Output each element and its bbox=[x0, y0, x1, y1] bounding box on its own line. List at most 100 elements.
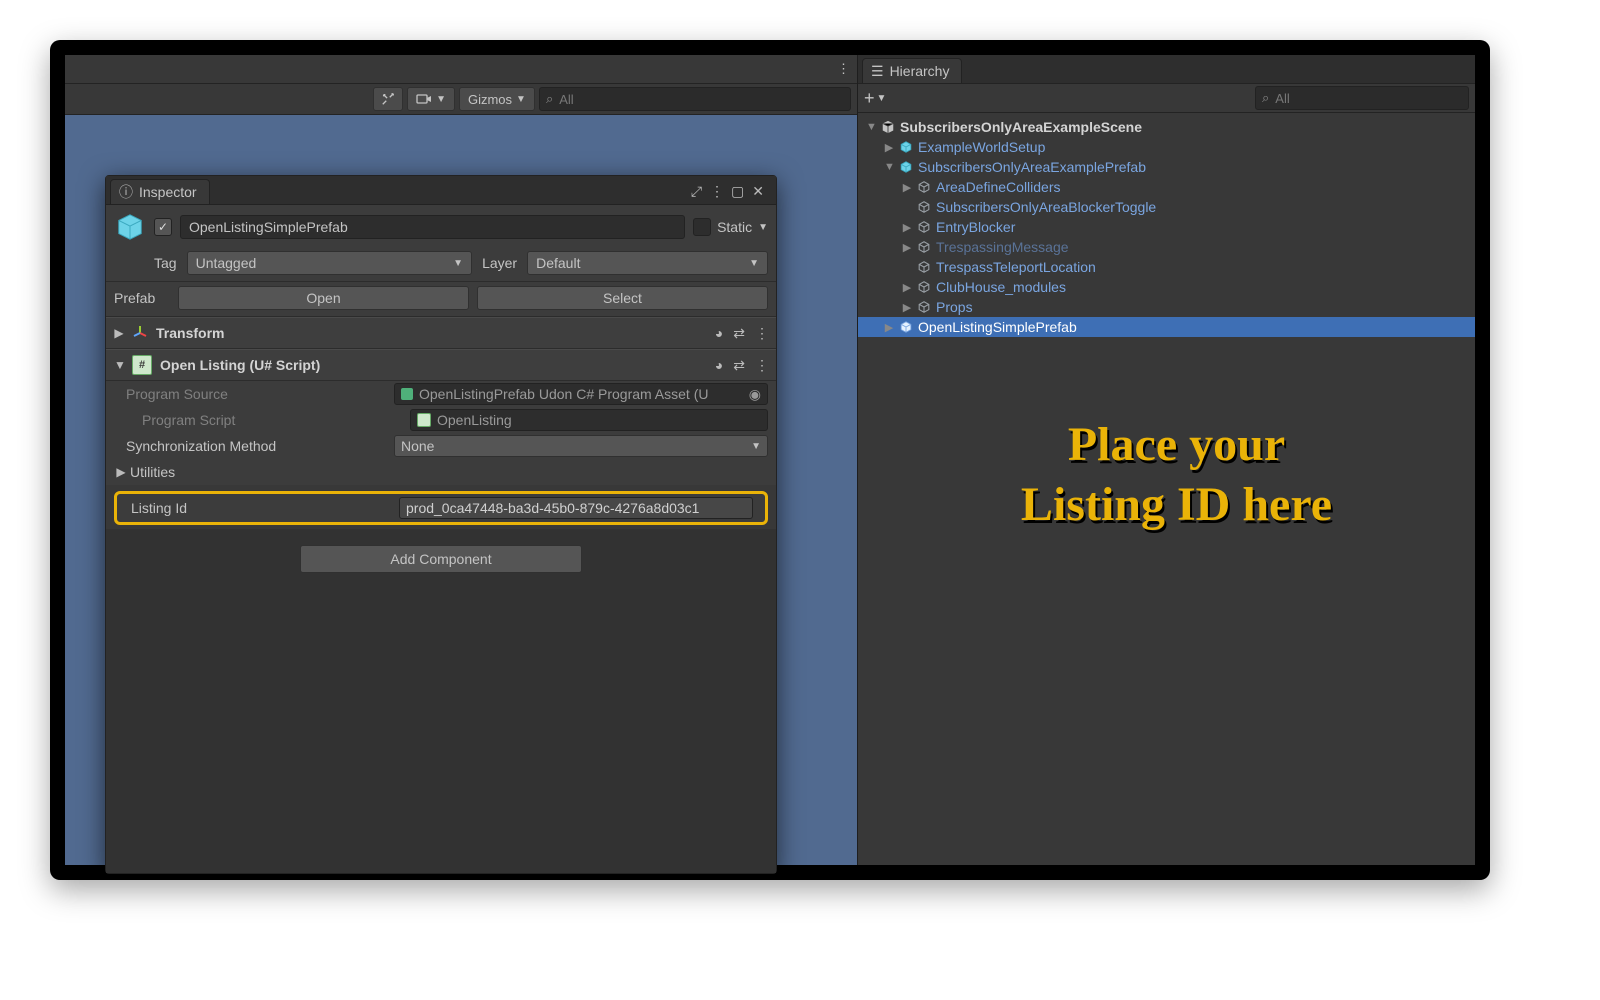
gameobject-cube-icon bbox=[916, 180, 932, 194]
hierarchy-node[interactable]: ▶SubscribersOnlyAreaBlockerToggle bbox=[858, 197, 1475, 217]
inspector-window-controls: ⤢ ⋮ ▢ ✕ bbox=[691, 183, 770, 204]
hierarchy-node-label: SubscribersOnlyAreaBlockerToggle bbox=[936, 199, 1156, 215]
tag-dropdown[interactable]: Untagged ▼ bbox=[187, 251, 472, 275]
scene-column: ⋮ ▼ Gizmos ▼ ⌕ All bbox=[65, 55, 858, 865]
hierarchy-node[interactable]: ▼SubscribersOnlyAreaExampleScene bbox=[858, 117, 1475, 137]
fold-icon[interactable]: ▶ bbox=[902, 301, 912, 314]
prefab-cube-icon bbox=[114, 211, 146, 243]
fold-icon[interactable]: ▶ bbox=[902, 281, 912, 294]
hierarchy-node-label: AreaDefineColliders bbox=[936, 179, 1061, 195]
utilities-label: Utilities bbox=[130, 464, 175, 480]
tag-label: Tag bbox=[154, 255, 177, 271]
prefab-cube-icon bbox=[898, 140, 914, 154]
prefab-label: Prefab bbox=[114, 290, 170, 306]
program-script-label: Program Script bbox=[126, 412, 402, 428]
static-toggle[interactable]: Static ▼ bbox=[693, 218, 768, 236]
prefab-select-button[interactable]: Select bbox=[477, 286, 768, 310]
preset-icon[interactable]: ⇄ bbox=[733, 357, 745, 374]
help-icon[interactable]: ◕ bbox=[715, 325, 723, 342]
close-icon[interactable]: ✕ bbox=[752, 183, 764, 200]
transform-title: Transform bbox=[156, 325, 707, 341]
fold-icon: ▶ bbox=[116, 465, 126, 479]
script-icon: # bbox=[132, 355, 152, 375]
hierarchy-node[interactable]: ▶ AreaDefineColliders bbox=[858, 177, 1475, 197]
lock-icon[interactable]: ⤢ bbox=[691, 183, 702, 200]
fold-icon[interactable]: ▶ bbox=[902, 241, 912, 254]
gameobject-cube-icon bbox=[916, 240, 932, 254]
layer-dropdown[interactable]: Default ▼ bbox=[527, 251, 768, 275]
kebab-icon[interactable]: ⋮ bbox=[837, 61, 849, 77]
active-checkbox[interactable]: ✓ bbox=[154, 218, 172, 236]
program-script-row: Program Script OpenListing bbox=[106, 407, 776, 433]
add-component-button[interactable]: Add Component bbox=[300, 545, 582, 573]
sync-method-dropdown[interactable]: None ▼ bbox=[394, 435, 768, 457]
gameobject-cube-icon bbox=[916, 260, 932, 274]
program-source-field[interactable]: OpenListingPrefab Udon C# Program Asset … bbox=[394, 383, 768, 405]
object-name-field[interactable]: OpenListingSimplePrefab bbox=[180, 215, 685, 239]
openlisting-header[interactable]: ▼ # Open Listing (U# Script) ◕ ⇄ ⋮ bbox=[106, 349, 776, 381]
fold-icon[interactable]: ▶ bbox=[902, 181, 912, 194]
fold-icon[interactable]: ▼ bbox=[866, 121, 876, 133]
gameobject-cube-icon bbox=[916, 300, 932, 314]
prefab-cube-icon bbox=[898, 160, 914, 174]
kebab-icon[interactable]: ⋮ bbox=[755, 325, 768, 342]
hierarchy-node-selected[interactable]: ▶OpenListingSimplePrefab bbox=[858, 317, 1475, 337]
prefab-select-label: Select bbox=[603, 290, 642, 306]
gizmos-label: Gizmos bbox=[468, 92, 512, 107]
asset-icon bbox=[401, 388, 413, 400]
fold-icon[interactable]: ▶ bbox=[884, 141, 894, 154]
scene-toolbar: ▼ Gizmos ▼ ⌕ All bbox=[65, 84, 857, 115]
tag-layer-row: Tag Untagged ▼ Layer Default ▼ bbox=[106, 247, 776, 282]
maximize-icon[interactable]: ▢ bbox=[731, 183, 744, 200]
tools-icon[interactable] bbox=[373, 87, 403, 111]
inspector-tab-label: Inspector bbox=[139, 184, 197, 200]
hierarchy-search[interactable]: ⌕ All bbox=[1255, 86, 1469, 110]
camera-dropdown[interactable]: ▼ bbox=[407, 87, 455, 111]
add-component-label: Add Component bbox=[390, 551, 491, 567]
hierarchy-tab[interactable]: ☰ Hierarchy bbox=[862, 58, 962, 83]
hierarchy-node[interactable]: ▶TrespassingMessage bbox=[858, 237, 1475, 257]
object-picker-icon[interactable]: ◉ bbox=[749, 386, 761, 403]
scene-viewport[interactable]: ⓘ Inspector ⤢ ⋮ ▢ ✕ bbox=[65, 115, 857, 865]
listing-id-row: Listing Id prod_0ca47448-ba3d-45b0-879c-… bbox=[121, 496, 761, 520]
hierarchy-node[interactable]: ▼SubscribersOnlyAreaExamplePrefab bbox=[858, 157, 1475, 177]
hierarchy-node[interactable]: ▶EntryBlocker bbox=[858, 217, 1475, 237]
inspector-tab[interactable]: ⓘ Inspector bbox=[110, 179, 210, 204]
caret-down-icon: ▼ bbox=[751, 441, 761, 452]
utilities-row[interactable]: ▶ Utilities bbox=[106, 459, 776, 485]
hierarchy-node[interactable]: ▶ ClubHouse_modules bbox=[858, 277, 1475, 297]
fold-icon: ▶ bbox=[114, 326, 124, 340]
program-source-value: OpenListingPrefab Udon C# Program Asset … bbox=[419, 386, 708, 402]
program-source-row: Program Source OpenListingPrefab Udon C#… bbox=[106, 381, 776, 407]
plus-icon: + bbox=[864, 91, 875, 105]
fold-icon[interactable]: ▶ bbox=[884, 321, 894, 334]
transform-header[interactable]: ▶ Transform ◕ ⇄ ⋮ bbox=[106, 317, 776, 349]
hierarchy-node[interactable]: ▶Props bbox=[858, 297, 1475, 317]
hierarchy-node-label: ExampleWorldSetup bbox=[918, 139, 1045, 155]
hierarchy-node[interactable]: ▶TrespassTeleportLocation bbox=[858, 257, 1475, 277]
scene-search[interactable]: ⌕ All bbox=[539, 87, 851, 111]
gizmos-dropdown[interactable]: Gizmos ▼ bbox=[459, 87, 535, 111]
hierarchy-tree[interactable]: ▼SubscribersOnlyAreaExampleScene ▶ Example… bbox=[858, 113, 1475, 865]
kebab-icon[interactable]: ⋮ bbox=[710, 183, 723, 200]
caret-down-icon: ▼ bbox=[453, 258, 463, 269]
prefab-open-button[interactable]: Open bbox=[178, 286, 469, 310]
layer-value: Default bbox=[536, 255, 580, 271]
kebab-icon[interactable]: ⋮ bbox=[755, 357, 768, 374]
create-dropdown[interactable]: + ▼ bbox=[864, 91, 886, 105]
gameobject-cube-icon bbox=[916, 220, 932, 234]
listing-id-highlight: Listing Id prod_0ca47448-ba3d-45b0-879c-… bbox=[114, 491, 768, 525]
inspector-tabbar: ⓘ Inspector ⤢ ⋮ ▢ ✕ bbox=[106, 176, 776, 205]
listing-id-field[interactable]: prod_0ca47448-ba3d-45b0-879c-4276a8d03c1 bbox=[399, 497, 753, 519]
script-file-icon bbox=[417, 413, 431, 427]
preset-icon[interactable]: ⇄ bbox=[733, 325, 745, 342]
hierarchy-search-placeholder: All bbox=[1275, 91, 1289, 106]
fold-icon[interactable]: ▼ bbox=[884, 161, 894, 173]
static-checkbox[interactable] bbox=[693, 218, 711, 236]
hierarchy-node[interactable]: ▶ ExampleWorldSetup bbox=[858, 137, 1475, 157]
help-icon[interactable]: ◕ bbox=[715, 357, 723, 374]
prefab-open-label: Open bbox=[306, 290, 340, 306]
fold-icon[interactable]: ▶ bbox=[902, 221, 912, 234]
hierarchy-node-label: ClubHouse_modules bbox=[936, 279, 1066, 295]
program-script-field[interactable]: OpenListing bbox=[410, 409, 768, 431]
